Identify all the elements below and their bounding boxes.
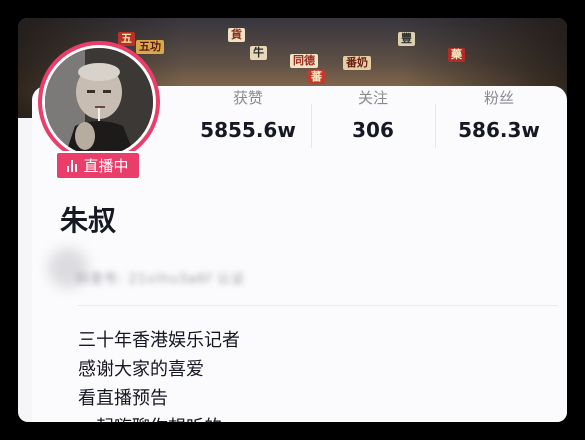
live-bars-icon	[67, 159, 78, 172]
stat-divider	[311, 104, 312, 148]
banner-sign: 牛	[250, 46, 267, 60]
avatar-photo	[45, 48, 153, 156]
banner-sign: 五功	[136, 40, 164, 54]
banner-sign: 五	[118, 32, 135, 46]
bio-line: 感谢大家的喜爱	[78, 359, 204, 380]
banner-sign: 同德	[290, 54, 318, 68]
stat-likes[interactable]: 获赞 5855.6w	[188, 88, 308, 143]
divider	[78, 305, 558, 306]
stat-value: 306	[352, 118, 394, 142]
profile-name: 朱叔	[60, 204, 117, 237]
stat-value: 5855.6w	[200, 118, 296, 142]
stat-followers[interactable]: 粉丝 586.3w	[439, 88, 559, 143]
banner-sign: 番奶	[343, 56, 371, 70]
banner-sign: 豐	[398, 32, 415, 46]
live-status-badge[interactable]: 直播中	[55, 151, 141, 180]
stat-following[interactable]: 关注 306	[313, 88, 433, 143]
account-id[interactable]: 抖音号: 21vlhu3a6f 认证	[76, 268, 245, 287]
profile-bio: 三十年香港娱乐记者 感谢大家的喜爱 看直播预告 一起嗨聊你想听的……	[78, 326, 258, 422]
bio-line: 三十年香港娱乐记者	[78, 330, 240, 351]
avatar[interactable]	[42, 45, 156, 159]
stat-value: 586.3w	[458, 118, 540, 142]
bio-line: 一起嗨聊你想听的……	[78, 413, 258, 422]
stat-label: 关注	[357, 89, 388, 107]
bio-line: 看直播预告	[78, 388, 168, 409]
stat-label: 粉丝	[483, 89, 514, 107]
person-illustration	[45, 48, 153, 156]
banner-sign: 蕃	[308, 70, 325, 84]
stat-divider	[435, 104, 436, 148]
banner-sign: 藥	[448, 48, 465, 62]
live-badge-label: 直播中	[83, 157, 129, 175]
stat-label: 获赞	[232, 89, 263, 107]
banner-sign: 貨	[228, 28, 245, 42]
